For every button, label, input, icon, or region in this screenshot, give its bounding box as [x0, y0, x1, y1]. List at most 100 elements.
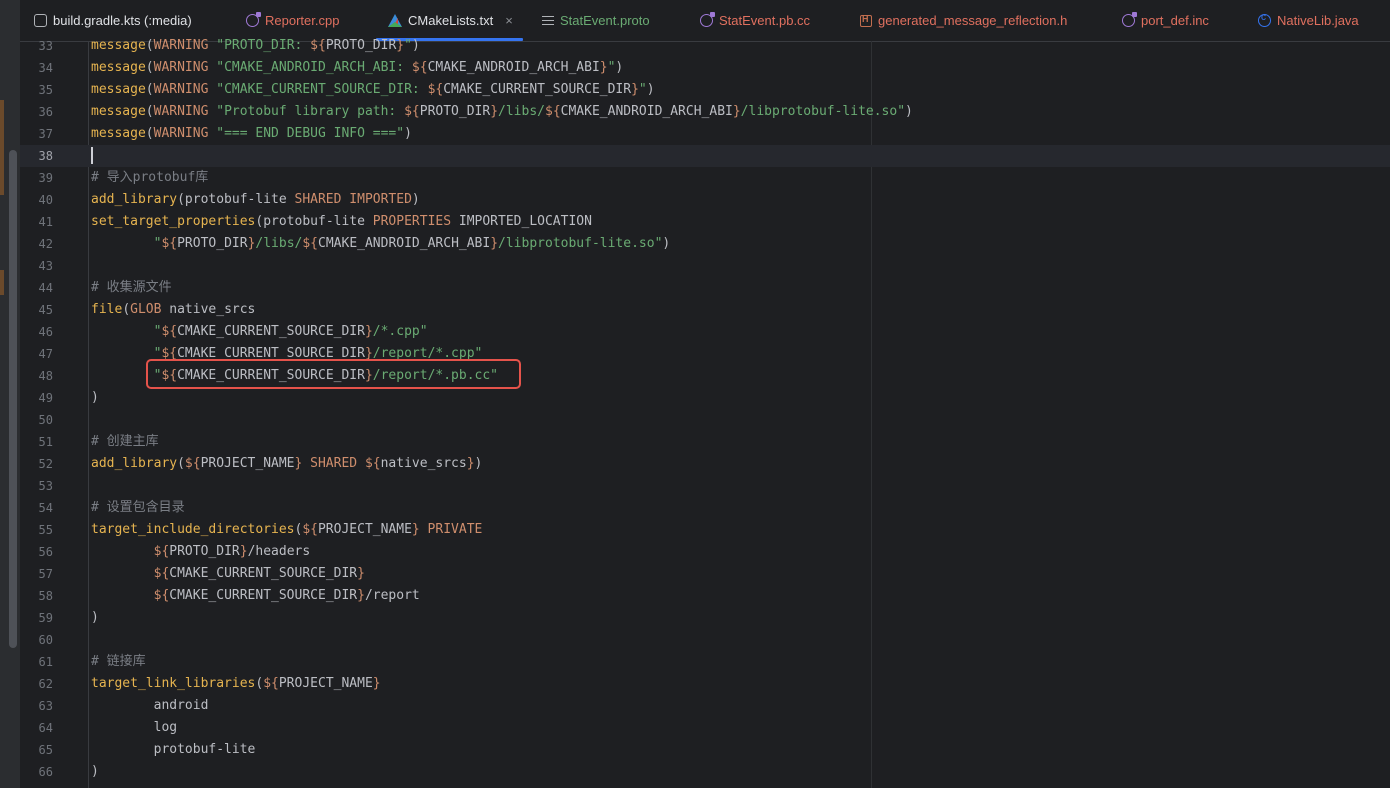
code-token: (: [145, 38, 154, 53]
code-line[interactable]: 41 set_target_properties(protobuf-lite PR…: [20, 211, 1390, 233]
code-line[interactable]: 49): [20, 387, 1390, 409]
code-line[interactable]: 39 # 导入protobuf库: [20, 167, 1390, 189]
code-token: }: [732, 104, 741, 119]
code-line[interactable]: 42 "${PROTO_DIR}/libs/${CMAKE_ANDROID_AR…: [20, 233, 1390, 255]
code-line[interactable]: 36 message(WARNING "Protobuf library path…: [20, 101, 1390, 123]
code-token: (protobuf-lite: [255, 214, 373, 229]
code-editor[interactable]: 33 message(WARNING "PROTO_DIR: ${PROTO_DI…: [20, 38, 1390, 788]
code-token: "=== END DEBUG INFO ===": [216, 126, 405, 141]
code-line[interactable]: 66): [20, 761, 1390, 783]
line-number: 53: [38, 479, 53, 493]
code-token: # 链接库: [91, 654, 146, 669]
code-line[interactable]: 40 add_library(protobuf-lite SHARED IMPOR…: [20, 189, 1390, 211]
code-token: PROTO_DIR: [325, 38, 397, 53]
code-line[interactable]: 51 # 创建主库: [20, 431, 1390, 453]
code-line[interactable]: 54 # 设置包含目录: [20, 497, 1390, 519]
code-token: target_link_libraries: [91, 676, 256, 691]
code-line[interactable]: 44 # 收集源文件: [20, 277, 1390, 299]
cmake-icon: [388, 14, 402, 27]
code-token: /libprotobuf-lite.so": [498, 236, 663, 251]
code-token: message: [91, 60, 146, 75]
code-text: android: [91, 695, 209, 717]
code-line[interactable]: 61 # 链接库: [20, 651, 1390, 673]
code-token: PROJECT_NAME: [200, 456, 295, 471]
code-text: # 收集源文件: [91, 277, 172, 299]
code-line[interactable]: 37 message(WARNING "=== END DEBUG INFO ==…: [20, 123, 1390, 145]
code-token: }: [357, 588, 365, 603]
code-token: SHARED: [302, 456, 365, 471]
code-line[interactable]: 34 message(WARNING "CMAKE_ANDROID_ARCH_AB…: [20, 57, 1390, 79]
code-text: ): [91, 761, 99, 783]
code-line[interactable]: 38: [20, 145, 1390, 167]
code-line[interactable]: 59): [20, 607, 1390, 629]
code-line[interactable]: 33 message(WARNING "PROTO_DIR: ${PROTO_DI…: [20, 35, 1390, 57]
line-number: 62: [38, 677, 53, 691]
line-number: 63: [38, 699, 53, 713]
code-line[interactable]: 52 add_library(${PROJECT_NAME} SHARED ${n…: [20, 453, 1390, 475]
line-number: 45: [38, 303, 53, 317]
code-line[interactable]: 58 ${CMAKE_CURRENT_SOURCE_DIR}/report: [20, 585, 1390, 607]
code-line[interactable]: 45 file(GLOB native_srcs: [20, 299, 1390, 321]
code-line[interactable]: 60: [20, 629, 1390, 651]
code-token: # 收集源文件: [91, 280, 172, 295]
code-line[interactable]: 57 ${CMAKE_CURRENT_SOURCE_DIR}: [20, 563, 1390, 585]
code-token: }: [357, 566, 365, 581]
code-token: PROJECT_NAME: [278, 676, 373, 691]
code-line[interactable]: 63 android: [20, 695, 1390, 717]
vertical-scrollbar[interactable]: [9, 150, 17, 648]
line-number: 52: [38, 457, 53, 471]
code-token: }: [490, 236, 499, 251]
code-line[interactable]: 65 protobuf-lite: [20, 739, 1390, 761]
line-number: 34: [38, 61, 53, 75]
code-line[interactable]: 46 "${CMAKE_CURRENT_SOURCE_DIR}/*.cpp": [20, 321, 1390, 343]
tab-label: Reporter.cpp: [265, 13, 340, 28]
code-text: "${CMAKE_CURRENT_SOURCE_DIR}/*.cpp": [91, 321, 428, 343]
code-token: native_srcs: [380, 456, 467, 471]
code-token: ${: [153, 566, 170, 581]
code-token: ): [411, 192, 420, 207]
code-text: ${CMAKE_CURRENT_SOURCE_DIR}/report: [91, 585, 420, 607]
code-text: message(WARNING "=== END DEBUG INFO ==="…: [91, 123, 412, 145]
code-line[interactable]: 56 ${PROTO_DIR}/headers: [20, 541, 1390, 563]
code-token: (: [145, 126, 154, 141]
line-number: 54: [38, 501, 53, 515]
cpp-file-icon: [246, 12, 261, 27]
code-token: ${: [161, 324, 178, 339]
code-token: WARNING: [153, 82, 217, 97]
tab-label: port_def.inc: [1141, 13, 1209, 28]
code-token: /report: [364, 588, 420, 603]
code-token: }: [396, 38, 405, 53]
code-line[interactable]: 53: [20, 475, 1390, 497]
code-token: ": [404, 38, 412, 53]
code-token: }: [631, 82, 639, 97]
code-line[interactable]: 55 target_include_directories(${PROJECT_N…: [20, 519, 1390, 541]
code-token: protobuf-lite: [91, 742, 256, 757]
code-token: ${: [153, 544, 170, 559]
tab-label: StatEvent.pb.cc: [719, 13, 811, 28]
code-token: "CMAKE_ANDROID_ARCH_ABI:: [216, 60, 412, 75]
line-number: 48: [38, 369, 53, 383]
cpp-file-icon: [700, 12, 715, 27]
code-text: # 设置包含目录: [91, 497, 185, 519]
close-icon[interactable]: ×: [505, 13, 513, 28]
cpp-file-icon: [1122, 12, 1137, 27]
code-token: PRIVATE: [419, 522, 483, 537]
tab-label: build.gradle.kts (:media): [53, 13, 192, 28]
code-text: # 链接库: [91, 651, 146, 673]
code-line[interactable]: 64 log: [20, 717, 1390, 739]
code-line[interactable]: 50: [20, 409, 1390, 431]
code-token: ${: [263, 676, 279, 691]
code-line[interactable]: 62 target_link_libraries(${PROJECT_NAME}: [20, 673, 1390, 695]
code-text: target_include_directories(${PROJECT_NAM…: [91, 519, 482, 541]
line-number: 39: [38, 171, 53, 185]
code-token: add_library: [91, 192, 178, 207]
code-line[interactable]: 43: [20, 255, 1390, 277]
line-number: 49: [38, 391, 53, 405]
change-marker: [0, 270, 4, 295]
code-token: PROJECT_NAME: [317, 522, 412, 537]
code-line[interactable]: 35 message(WARNING "CMAKE_CURRENT_SOURCE_…: [20, 79, 1390, 101]
code-token: android: [91, 698, 209, 713]
